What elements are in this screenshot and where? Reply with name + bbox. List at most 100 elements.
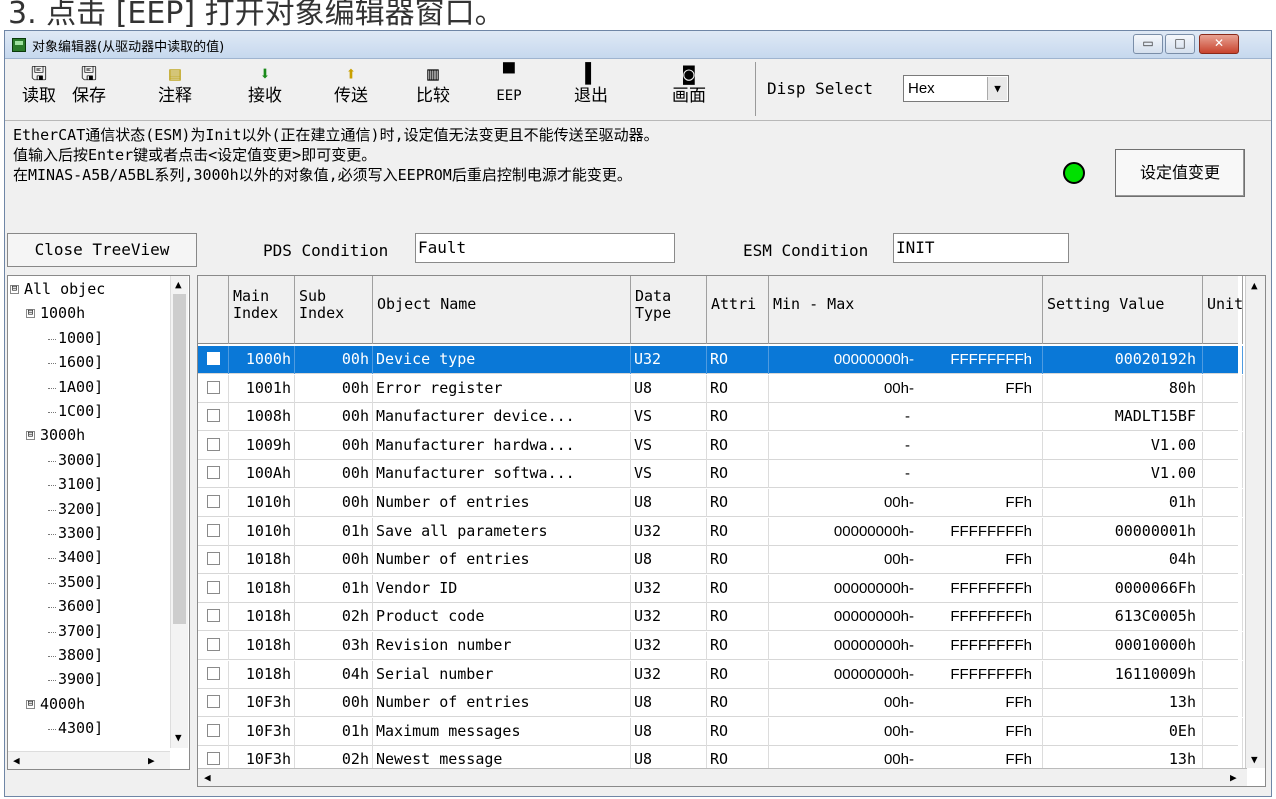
receive-button[interactable]: ⬇ 接收 — [235, 63, 295, 117]
table-row[interactable]: 1018h 04h Serial number U32 RO 00000000h- FFFF… — [198, 660, 1243, 689]
cell-setting-value[interactable]: 13h — [1043, 689, 1203, 718]
tree-node[interactable]: 3600] — [58, 597, 103, 615]
cell-setting-value[interactable]: V1.00 — [1043, 460, 1203, 489]
row-checkbox[interactable] — [207, 380, 220, 394]
header-attribute[interactable]: Attri — [707, 276, 769, 344]
cell-setting-value[interactable]: 00020192h — [1043, 346, 1203, 374]
tree-node[interactable]: 1000h — [40, 304, 85, 322]
tree-node[interactable]: 3700] — [58, 622, 103, 640]
tree-node[interactable]: 3200] — [58, 500, 103, 518]
scroll-left-icon[interactable]: ◀ — [204, 772, 211, 784]
compare-button[interactable]: ▥ 比较 — [403, 63, 463, 117]
table-row[interactable]: 1018h 02h Product code U32 RO 00000000h- FFFFF… — [198, 603, 1243, 632]
scroll-right-icon[interactable]: ▶ — [1230, 772, 1237, 784]
note-button[interactable]: ▤ 注释 — [145, 63, 205, 117]
change-setting-button[interactable]: 设定值变更 — [1115, 149, 1245, 197]
table-vertical-scrollbar[interactable]: ▲ ▼ — [1245, 276, 1265, 768]
tree-vertical-scrollbar[interactable]: ▲ ▼ — [170, 276, 188, 748]
table-horizontal-scrollbar[interactable]: ◀ ▶ — [198, 768, 1247, 786]
tree-node[interactable]: 3400] — [58, 548, 103, 566]
tree-node[interactable]: 3900] — [58, 670, 103, 688]
row-checkbox[interactable] — [207, 638, 220, 651]
maximize-button[interactable]: □ — [1165, 34, 1195, 54]
scroll-up-icon[interactable]: ▲ — [175, 279, 182, 291]
row-checkbox[interactable] — [207, 466, 220, 480]
cell-setting-value[interactable]: 80h — [1043, 374, 1203, 403]
tree-node[interactable]: All objec — [24, 280, 105, 298]
scroll-thumb[interactable] — [173, 294, 186, 624]
disp-select-dropdown[interactable]: Hex ▼ — [903, 75, 1009, 102]
tree-node[interactable]: 1000] — [58, 329, 103, 347]
row-checkbox[interactable] — [207, 495, 220, 508]
row-checkbox[interactable] — [207, 609, 220, 623]
table-row[interactable]: 1000h 00h Device type U32 RO 00000000h- FFFFFF… — [198, 346, 1243, 374]
object-table[interactable]: Main Index Sub Index Object Name Data Ty… — [197, 275, 1266, 787]
scroll-down-icon[interactable]: ▼ — [175, 732, 182, 744]
tree-node[interactable]: 3300] — [58, 524, 103, 542]
table-row[interactable]: 10F3h 00h Number of entries U8 RO 00h- FFh 13h — [198, 689, 1243, 718]
row-checkbox[interactable] — [207, 752, 220, 766]
tree-node[interactable]: 1A00] — [58, 378, 103, 396]
cell-setting-value[interactable]: 0Eh — [1043, 717, 1203, 746]
tree-node[interactable]: 3500] — [58, 573, 103, 591]
table-row[interactable]: 10F3h 01h Maximum messages U8 RO 00h- FFh 0Eh — [198, 717, 1243, 746]
exit-button[interactable]: ▌ 退出 — [561, 63, 621, 117]
cell-setting-value[interactable]: 16110009h — [1043, 660, 1203, 689]
tree-collapse-icon[interactable]: ⊟ — [26, 699, 35, 709]
row-checkbox[interactable] — [207, 523, 220, 537]
row-checkbox[interactable] — [207, 723, 220, 737]
table-row[interactable]: 1009h 00h Manufacturer hardwa... VS RO - V1.00 — [198, 431, 1243, 460]
tree-node[interactable]: 4300] — [58, 719, 103, 737]
row-checkbox[interactable] — [207, 437, 220, 451]
scroll-up-icon[interactable]: ▲ — [1251, 280, 1258, 292]
tree-collapse-icon[interactable]: ⊟ — [26, 431, 35, 441]
row-checkbox[interactable] — [207, 409, 220, 423]
minimize-button[interactable]: ▭ — [1133, 34, 1163, 54]
eep-button[interactable]: ▀ EEP — [479, 63, 539, 117]
scroll-down-icon[interactable]: ▼ — [1251, 754, 1258, 766]
tree-collapse-icon[interactable]: ⊟ — [10, 285, 19, 294]
tree-collapse-icon[interactable]: ⊟ — [26, 309, 35, 319]
header-min-max[interactable]: Min - Max — [769, 276, 1043, 344]
tree-node[interactable]: 1600] — [58, 353, 103, 371]
save-button[interactable]: 🖫 保存 — [59, 63, 119, 117]
close-treeview-button[interactable]: Close TreeView — [7, 233, 197, 267]
table-row[interactable]: 100Ah 00h Manufacturer softwa... VS RO - V1.00 — [198, 460, 1243, 489]
header-sub-index[interactable]: Sub Index — [295, 276, 373, 344]
tree-node[interactable]: 3000h — [40, 426, 85, 444]
header-unit[interactable]: Unit — [1203, 276, 1243, 344]
row-checkbox[interactable] — [207, 666, 220, 680]
screen-button[interactable]: ◙ 画面 — [659, 63, 719, 117]
send-button[interactable]: ⬆ 传送 — [321, 63, 381, 117]
row-checkbox[interactable] — [207, 695, 220, 709]
header-data-type[interactable]: Data Type — [631, 276, 707, 344]
table-row[interactable]: 1001h 00h Error register U8 RO 00h- FFh 80h — [198, 374, 1243, 403]
scroll-left-icon[interactable]: ◀ — [13, 755, 20, 767]
cell-setting-value[interactable]: MADLT15BF — [1043, 403, 1203, 432]
cell-setting-value[interactable]: 01h — [1043, 489, 1203, 517]
cell-setting-value[interactable]: 00010000h — [1043, 632, 1203, 660]
row-checkbox[interactable] — [207, 352, 220, 365]
tree-horizontal-scrollbar[interactable]: ◀ ▶ — [8, 751, 170, 769]
header-setting-value[interactable]: Setting Value — [1043, 276, 1203, 344]
tree-node[interactable]: 3100] — [58, 475, 103, 493]
object-tree[interactable]: ▲ ▼ ◀ ▶ All objec ⊟ 1000h ⊟ 1000] 1600] 1A00] 1… — [7, 275, 190, 770]
cell-setting-value[interactable]: V1.00 — [1043, 431, 1203, 460]
tree-node[interactable]: 4000h — [40, 695, 85, 713]
cell-setting-value[interactable]: 613C0005h — [1043, 603, 1203, 632]
table-row[interactable]: 1018h 03h Revision number U32 RO 00000000h- FF… — [198, 632, 1243, 660]
table-row[interactable]: 1010h 00h Number of entries U8 RO 00h- FFh 01h — [198, 489, 1243, 517]
row-checkbox[interactable] — [207, 580, 220, 594]
tree-node[interactable]: 3800] — [58, 646, 103, 664]
dropdown-arrow-icon[interactable]: ▼ — [987, 77, 1007, 100]
close-button[interactable]: ✕ — [1199, 34, 1239, 54]
header-main-index[interactable]: Main Index — [229, 276, 295, 344]
header-object-name[interactable]: Object Name — [373, 276, 631, 344]
cell-setting-value[interactable]: 04h — [1043, 546, 1203, 575]
table-row[interactable]: 1018h 01h Vendor ID U32 RO 00000000h- FFFFFFFF… — [198, 574, 1243, 603]
table-row[interactable]: 1008h 00h Manufacturer device... VS RO - MADLT… — [198, 403, 1243, 432]
table-row[interactable]: 1018h 00h Number of entries U8 RO 00h- FFh 04h — [198, 546, 1243, 575]
table-row[interactable]: 1010h 01h Save all parameters U32 RO 00000000… — [198, 517, 1243, 546]
row-checkbox[interactable] — [207, 552, 220, 566]
tree-node[interactable]: 1C00] — [58, 402, 103, 420]
